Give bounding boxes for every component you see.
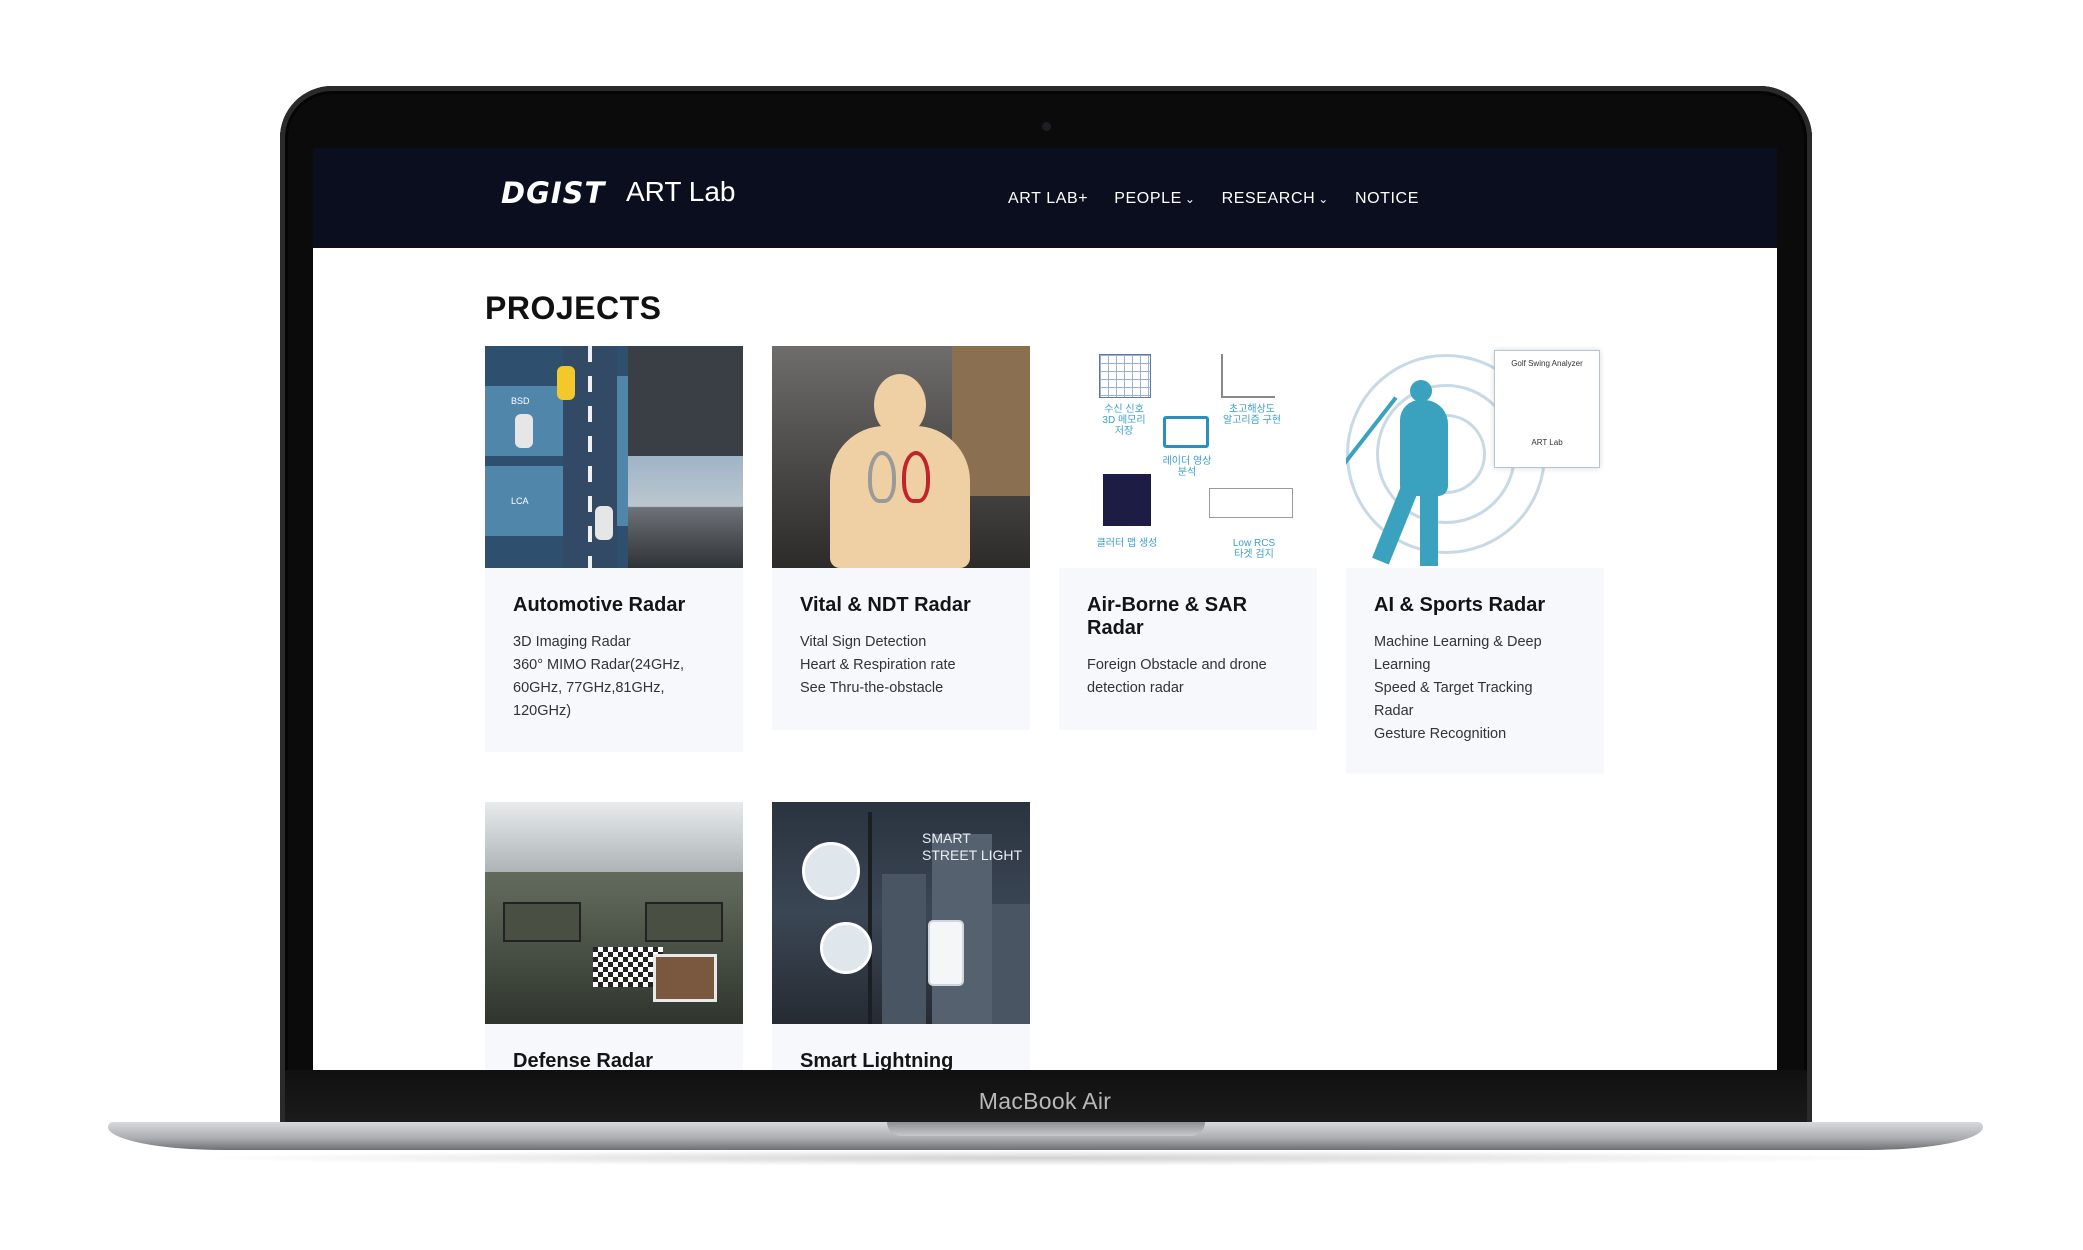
- card-title: Defense Radar: [513, 1050, 654, 1070]
- card-description: 3D Imaging Radar 360° MIMO Radar(24GHz, …: [513, 631, 715, 723]
- image-label: 타겟 검지: [1234, 549, 1274, 560]
- image-label: 분석: [1177, 467, 1197, 478]
- airborne-radar-image: 수신 신호 3D 메모리 저장 초고해상도 알고리즘 구현 레이더 영상 분석 클러터 …: [1059, 346, 1317, 568]
- desc-line: Speed & Target Tracking: [1374, 680, 1533, 696]
- main-nav: ART LAB+ PEOPLE ⌄ RESEARCH ⌄ NOTICE: [1008, 190, 1419, 214]
- desc-line: Learning: [1374, 657, 1431, 673]
- image-label: Low RCS: [1232, 538, 1276, 549]
- device-label: MacBook Air: [978, 1088, 1112, 1114]
- defense-radar-image: [485, 802, 743, 1024]
- card-title: Air-Borne & SAR Radar: [1087, 594, 1248, 639]
- project-card-airborne[interactable]: 수신 신호 3D 메모리 저장 초고해상도 알고리즘 구현 레이더 영상 분석 클러터 …: [1059, 346, 1317, 730]
- project-card-defense[interactable]: Defense Radar: [485, 802, 743, 1070]
- desc-line: 60GHz, 77GHz,81GHz,: [513, 680, 665, 696]
- nav-item-research[interactable]: RESEARCH ⌄: [1222, 190, 1329, 214]
- image-label: 레이더 영상: [1162, 456, 1212, 467]
- card-title: Smart Lightning: [800, 1050, 954, 1070]
- smart-lighting-image: SMART STREET LIGHT: [772, 802, 1030, 1024]
- card-description: Machine Learning & Deep Learning Speed &…: [1374, 631, 1576, 746]
- desc-line: 3D Imaging Radar: [513, 634, 631, 650]
- browser-screen: DGIST ART Lab ART LAB+ PEOPLE ⌄ RESEARCH ⌄…: [313, 148, 1777, 1070]
- page-title: PROJECTS: [485, 290, 662, 326]
- image-label: 3D 메모리: [1102, 415, 1146, 426]
- image-label: 초고해상도: [1229, 404, 1275, 415]
- chevron-down-icon: ⌄: [1184, 192, 1196, 206]
- image-label: 수신 신호: [1104, 404, 1144, 415]
- desc-line: See Thru-the-obstacle: [800, 680, 944, 696]
- image-label: 알고리즘 구현: [1223, 415, 1281, 426]
- card-description: Foreign Obstacle and drone detection rad…: [1087, 654, 1289, 700]
- image-label: Golf Swing Analyzer: [1511, 359, 1583, 368]
- nav-label: RESEARCH: [1221, 190, 1316, 207]
- image-label: BSD: [511, 396, 530, 406]
- card-description: Vital Sign Detection Heart & Respiration…: [800, 631, 1002, 700]
- card-title: Automotive Radar: [513, 594, 686, 616]
- nav-item-notice[interactable]: NOTICE: [1355, 190, 1419, 214]
- image-label: STREET LIGHT: [922, 847, 1023, 863]
- camera-dot: [1042, 122, 1051, 131]
- desc-line: Heart & Respiration rate: [800, 657, 956, 673]
- project-card-smart-lightning[interactable]: SMART STREET LIGHT Smart Lightning: [772, 802, 1030, 1070]
- image-label: 저장: [1114, 426, 1134, 437]
- card-title: AI & Sports Radar: [1374, 594, 1546, 616]
- desc-line: Vital Sign Detection: [800, 634, 927, 650]
- desc-line: Gesture Recognition: [1374, 726, 1507, 742]
- card-title: Vital & NDT Radar: [800, 594, 971, 616]
- lab-name[interactable]: ART Lab: [626, 176, 735, 208]
- chart-thumbnail: [1221, 354, 1275, 398]
- phone-image: [928, 920, 964, 986]
- desc-line: Radar: [1374, 703, 1414, 719]
- app-screenshot: Golf Swing Analyzer ART Lab: [1494, 350, 1600, 468]
- graph-thumbnail: [1209, 488, 1293, 518]
- nav-label: ART LAB+: [1008, 190, 1089, 207]
- image-label: ART Lab: [1531, 438, 1563, 447]
- desc-line: 120GHz): [513, 703, 572, 719]
- chevron-down-icon: ⌄: [1318, 192, 1329, 206]
- dgist-logo[interactable]: DGIST: [501, 176, 605, 210]
- desc-line: detection radar: [1087, 680, 1184, 696]
- image-label: 클러터 맵 생성: [1096, 538, 1158, 549]
- image-label: SMART: [922, 830, 971, 846]
- sports-radar-image: Golf Swing Analyzer ART Lab: [1346, 346, 1604, 568]
- desc-line: Machine Learning & Deep: [1374, 634, 1542, 650]
- nav-label: PEOPLE: [1114, 190, 1182, 207]
- image-label: LCA: [511, 496, 529, 506]
- nav-item-people[interactable]: PEOPLE ⌄: [1114, 190, 1195, 214]
- vital-radar-image: [772, 346, 1030, 568]
- project-card-vital[interactable]: Vital & NDT Radar Vital Sign Detection H…: [772, 346, 1030, 730]
- desc-line: 360° MIMO Radar(24GHz,: [513, 657, 684, 673]
- desc-line: Foreign Obstacle and drone: [1087, 657, 1267, 673]
- nav-label: NOTICE: [1354, 190, 1419, 207]
- laptop-shadow: [180, 1150, 1910, 1166]
- nav-item-art-lab[interactable]: ART LAB+: [1008, 190, 1088, 214]
- project-card-sports[interactable]: Golf Swing Analyzer ART Lab AI & Sports …: [1346, 346, 1604, 774]
- site-header: DGIST ART Lab ART LAB+ PEOPLE ⌄ RESEARCH ⌄…: [313, 148, 1777, 248]
- monitor-icon: [1163, 416, 1209, 448]
- laptop-notch: [887, 1122, 1205, 1136]
- project-card-automotive[interactable]: BSD LCA Automotive Radar 3D Imaging Rada…: [485, 346, 743, 752]
- automotive-radar-image: BSD LCA: [485, 346, 743, 568]
